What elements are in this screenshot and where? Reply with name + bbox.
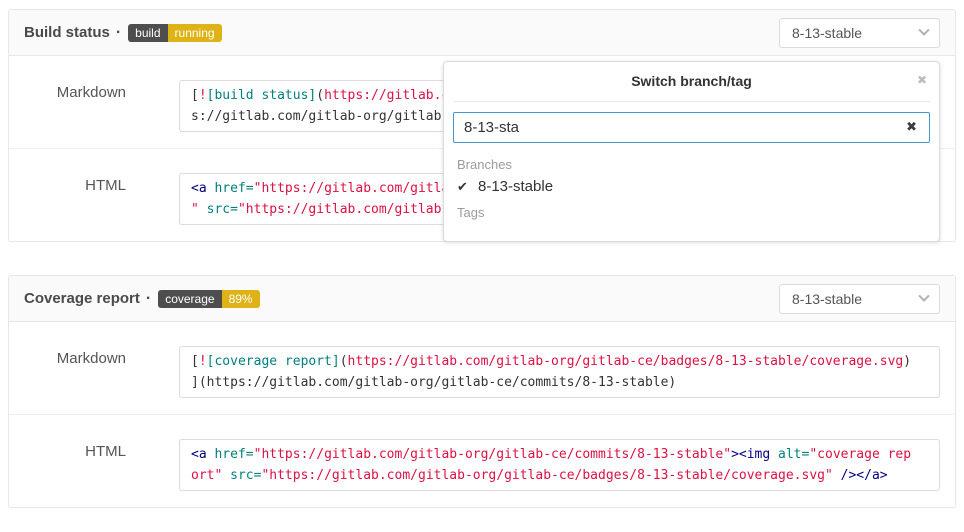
dropdown-search: ✖ <box>444 102 939 150</box>
panel-title: Build status <box>24 24 110 41</box>
switch-branch-dropdown: Switch branch/tag ✖ ✖ Branches ✔ 8-13-stab… <box>443 61 940 242</box>
row-label: HTML <box>9 173 179 194</box>
dropdown-title: Switch branch/tag <box>631 73 752 89</box>
code-line: ](https://gitlab.com/gitlab-org/gitlab-c… <box>191 372 928 393</box>
panel-title: Coverage report <box>24 290 140 307</box>
badge-value: running <box>168 24 222 42</box>
branch-selector-value: 8-13-stable <box>792 25 862 41</box>
dropdown-sections: Branches ✔ 8-13-stable Tags <box>444 150 939 223</box>
code-line: ort" src="https://gitlab.com/gitlab-org/… <box>191 465 928 486</box>
html-row: HTML <a href="https://gitlab.com/gitlab-… <box>9 414 955 507</box>
branch-selector-button[interactable]: 8-13-stable <box>779 18 940 48</box>
dropdown-section-heading: Branches <box>444 150 939 175</box>
title-separator: · <box>116 24 121 42</box>
check-icon: ✔ <box>457 179 473 195</box>
badge-label: coverage <box>158 290 221 308</box>
row-label: Markdown <box>9 80 179 101</box>
build-status-badge: build running <box>128 24 221 42</box>
branch-item[interactable]: ✔ 8-13-stable <box>444 175 939 198</box>
panel-header: Build status · build running 8-13-stable <box>9 10 955 56</box>
close-icon[interactable]: ✖ <box>917 74 927 86</box>
dropdown-header: Switch branch/tag ✖ <box>453 62 930 102</box>
coverage-report-panel: Coverage report · coverage 89% 8-13-stab… <box>8 275 956 508</box>
row-label: HTML <box>9 439 179 460</box>
branch-selector-button[interactable]: 8-13-stable <box>779 284 940 314</box>
title-separator: · <box>146 290 151 308</box>
code-line: <a href="https://gitlab.com/gitlab-org/g… <box>191 444 928 465</box>
branch-search-input[interactable] <box>453 112 930 143</box>
dropdown-section-heading: Tags <box>444 198 939 223</box>
badge-value: 89% <box>222 290 260 308</box>
markdown-code-block: [![coverage report](https://gitlab.com/g… <box>179 346 940 398</box>
code-line: [![coverage report](https://gitlab.com/g… <box>191 351 928 372</box>
panel-header: Coverage report · coverage 89% 8-13-stab… <box>9 276 955 322</box>
chevron-down-icon <box>918 290 929 301</box>
row-label: Markdown <box>9 346 179 367</box>
branch-selector-value: 8-13-stable <box>792 291 862 307</box>
badge-label: build <box>128 24 167 42</box>
chevron-down-icon <box>918 24 929 35</box>
clear-search-icon[interactable]: ✖ <box>906 120 917 133</box>
branch-item-label: 8-13-stable <box>478 178 553 195</box>
markdown-row: Markdown [![coverage report](https://git… <box>9 322 955 414</box>
html-code-block: <a href="https://gitlab.com/gitlab-org/g… <box>179 439 940 491</box>
coverage-badge: coverage 89% <box>158 290 259 308</box>
